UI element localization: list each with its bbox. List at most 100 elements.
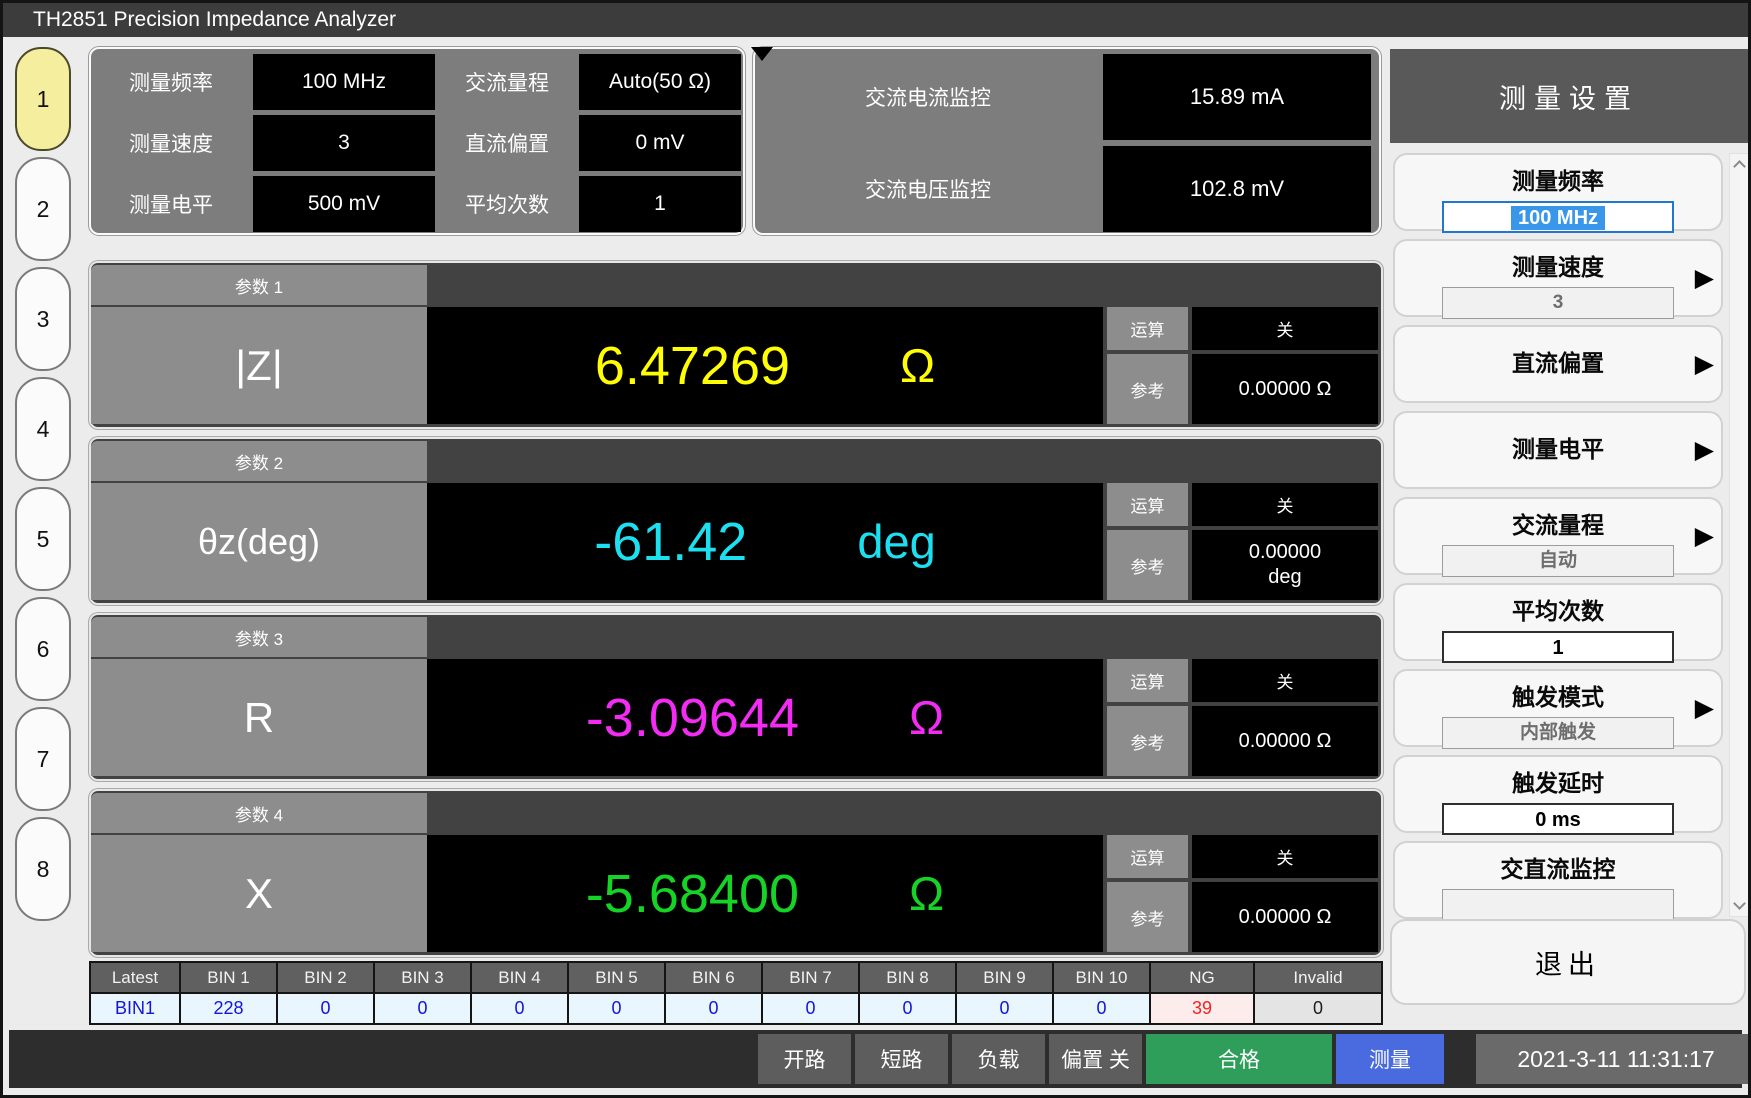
monitor-value: 102.8 mV <box>1103 146 1371 232</box>
sidebar-button-meas-level[interactable]: 测量电平 ▶ <box>1393 411 1723 489</box>
bin-header-cell: BIN 1 <box>181 963 276 992</box>
scroll-down-icon[interactable] <box>1733 897 1746 910</box>
bin-value-cell: 0 <box>1054 994 1149 1023</box>
bin-value-cell: 228 <box>181 994 276 1023</box>
parameter-tab-label: 参数 4 <box>91 793 427 833</box>
settings-summary-panel: 测量频率 100 MHz 交流量程 Auto(50 Ω) 测量速度 3 直流偏置… <box>89 47 745 235</box>
bin-header-cell: NG <box>1151 963 1253 992</box>
sidebar-button-label: 交直流监控 <box>1395 850 1721 884</box>
side-tab-3[interactable]: 3 <box>15 267 71 371</box>
parameter-tab-label: 参数 2 <box>91 441 427 481</box>
side-tab-1[interactable]: 1 <box>15 47 71 151</box>
calc-label: 运算 <box>1107 659 1188 702</box>
setting-label: 平均次数 <box>437 176 577 232</box>
parameter-reading: -5.68400 Ω <box>427 835 1103 952</box>
setting-value: 3 <box>253 115 435 171</box>
sidebar-button-label: 直流偏置 <box>1395 327 1721 399</box>
parameter-tab-label: 参数 3 <box>91 617 427 657</box>
side-tab-7[interactable]: 7 <box>15 707 71 811</box>
monitor-label: 交流电流监控 <box>755 54 1101 140</box>
setting-label: 测量频率 <box>91 54 251 110</box>
bin-header-cell: BIN 5 <box>569 963 664 992</box>
sidebar-button-meas-speed[interactable]: 测量速度 3 ▶ <box>1393 239 1723 317</box>
bin-value-cell: 0 <box>860 994 955 1023</box>
bin-header-cell: BIN 7 <box>763 963 858 992</box>
acdc-monitor-value-box <box>1442 889 1674 921</box>
side-tab-4[interactable]: 4 <box>15 377 71 481</box>
ref-label: 参考 <box>1107 706 1188 776</box>
monitor-label: 交流电压监控 <box>755 146 1101 232</box>
sidebar-button-ac-range[interactable]: 交流量程 自动 ▶ <box>1393 497 1723 575</box>
ref-value: 0.00000 Ω <box>1192 882 1378 952</box>
sidebar-title: 测量设置 <box>1390 49 1748 143</box>
bin-header-cell: BIN 6 <box>666 963 761 992</box>
setting-value: Auto(50 Ω) <box>579 54 741 110</box>
ref-label: 参考 <box>1107 882 1188 952</box>
arrow-right-icon: ▶ <box>1695 521 1714 551</box>
setting-label: 交流量程 <box>437 54 577 110</box>
parameter-name[interactable]: X <box>91 835 427 952</box>
bin-value-cell: 0 <box>666 994 761 1023</box>
sort-result-status: 合格 <box>1146 1034 1332 1084</box>
setting-value: 500 mV <box>253 176 435 232</box>
parameter-tab-label: 参数 1 <box>91 265 427 305</box>
sidebar-button-label: 交流量程 <box>1395 506 1721 540</box>
sidebar-button-label: 测量电平 <box>1395 413 1721 485</box>
bin-table: Latest BIN 1 BIN 2 BIN 3 BIN 4 BIN 5 BIN… <box>89 961 1383 1025</box>
bin-header-cell: Invalid <box>1255 963 1381 992</box>
instrument-screen: TH2851 Precision Impedance Analyzer 1 2 … <box>0 0 1751 1098</box>
window-title: TH2851 Precision Impedance Analyzer <box>3 3 1748 37</box>
trigger-mode-value-box: 内部触发 <box>1442 717 1674 749</box>
bin-value-cell: 0 <box>763 994 858 1023</box>
sidebar-scrollbar[interactable] <box>1729 153 1749 917</box>
sidebar-button-meas-frequency[interactable]: 测量频率 100 MHz <box>1393 153 1723 231</box>
arrow-right-icon: ▶ <box>1695 349 1714 379</box>
ref-label: 参考 <box>1107 530 1188 600</box>
calc-label: 运算 <box>1107 835 1188 878</box>
setting-value: 0 mV <box>579 115 741 171</box>
speed-value-box: 3 <box>1442 287 1674 319</box>
sidebar-button-dc-bias[interactable]: 直流偏置 ▶ <box>1393 325 1723 403</box>
arrow-right-icon: ▶ <box>1695 693 1714 723</box>
setting-value: 100 MHz <box>253 54 435 110</box>
bin-value-cell: BIN1 <box>91 994 179 1023</box>
monitor-value: 15.89 mA <box>1103 54 1371 140</box>
sidebar-button-label: 触发延时 <box>1395 764 1721 798</box>
setting-label: 测量电平 <box>91 176 251 232</box>
setting-label: 直流偏置 <box>437 115 577 171</box>
bin-header-cell: BIN 10 <box>1054 963 1149 992</box>
parameter-name[interactable]: R <box>91 659 427 776</box>
sidebar-button-trigger-delay[interactable]: 触发延时 0 ms <box>1393 755 1723 833</box>
short-circuit-status: 短路 <box>855 1034 948 1084</box>
selected-text: 100 MHz <box>1511 206 1605 230</box>
calc-value: 关 <box>1192 307 1378 350</box>
bin-value-cell: 0 <box>472 994 567 1023</box>
sidebar-button-label: 平均次数 <box>1395 592 1721 626</box>
ref-value: 0.00000 Ω <box>1192 706 1378 776</box>
bin-header-cell: BIN 8 <box>860 963 955 992</box>
bin-ng-cell: 39 <box>1151 994 1253 1023</box>
side-tab-5[interactable]: 5 <box>15 487 71 591</box>
side-tab-2[interactable]: 2 <box>15 157 71 261</box>
sidebar-button-label: 测量速度 <box>1395 248 1721 282</box>
side-tab-8[interactable]: 8 <box>15 817 71 921</box>
setting-label: 测量速度 <box>91 115 251 171</box>
exit-button[interactable]: 退出 <box>1390 919 1746 1005</box>
bin-value-cell: 0 <box>957 994 1052 1023</box>
side-tab-6[interactable]: 6 <box>15 597 71 701</box>
sidebar-button-trigger-mode[interactable]: 触发模式 内部触发 ▶ <box>1393 669 1723 747</box>
setting-value: 1 <box>579 176 741 232</box>
scroll-up-icon[interactable] <box>1733 160 1746 173</box>
parameter-name[interactable]: θz(deg) <box>91 483 427 600</box>
bin-header-cell: BIN 9 <box>957 963 1052 992</box>
load-status: 负载 <box>952 1034 1045 1084</box>
parameter-value: -5.68400 <box>586 863 799 925</box>
trigger-delay-input[interactable]: 0 ms <box>1442 803 1674 835</box>
parameter-name[interactable]: |Z| <box>91 307 427 424</box>
sidebar-button-average[interactable]: 平均次数 1 <box>1393 583 1723 661</box>
calc-label: 运算 <box>1107 483 1188 526</box>
bin-value-cell: 0 <box>569 994 664 1023</box>
frequency-input[interactable]: 100 MHz <box>1442 201 1674 233</box>
sidebar-button-acdc-monitor[interactable]: 交直流监控 <box>1393 841 1723 919</box>
average-input[interactable]: 1 <box>1442 631 1674 663</box>
